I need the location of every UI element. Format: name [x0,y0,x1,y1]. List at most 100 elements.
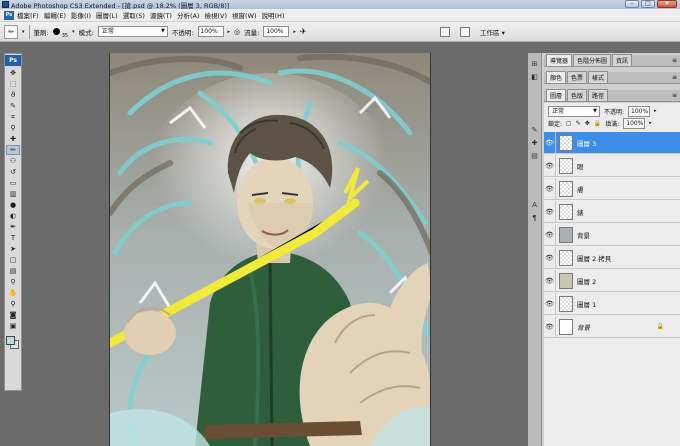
path-select-tool-icon[interactable]: ➤ [6,244,20,254]
shape-tool-icon[interactable]: ▢ [6,255,20,265]
tablet-opacity-icon[interactable]: ◎ [234,28,240,36]
tab-histogram[interactable]: 色階分佈圖 [573,54,612,66]
menu-analysis[interactable]: 分析(A) [177,10,200,20]
brush-tool-icon[interactable]: ✏ [6,145,20,155]
workspace-button[interactable]: 工作區 ▾ [480,27,510,37]
layer-row[interactable]: 👁 錶 [544,200,680,223]
preset-arrow-icon[interactable]: ▾ [22,29,25,35]
layer-row[interactable]: 👁 圖層 1 [544,292,680,315]
menu-help[interactable]: 說明(H) [262,10,285,20]
panel-menu-icon[interactable]: ≡ [672,57,677,64]
menu-window[interactable]: 視窗(W) [232,10,257,20]
eyedropper-tool-icon[interactable]: ⚲ [6,123,20,133]
maximize-button[interactable]: □ [641,0,655,8]
tool-presets-dock-icon[interactable]: ✚ [530,138,540,147]
history-dock-icon[interactable]: ▤ [530,151,540,160]
dodge-tool-icon[interactable]: ◐ [6,211,20,221]
quick-select-tool-icon[interactable]: ✎ [6,101,20,111]
tab-styles[interactable]: 樣式 [588,71,609,83]
tool-preset-picker[interactable]: ✏ [4,24,18,39]
brush-dock-icon[interactable]: ✎ [530,125,540,134]
character-dock-icon[interactable]: A [530,200,540,209]
tab-info[interactable]: 資訊 [612,54,633,66]
paragraph-dock-icon[interactable]: ¶ [530,213,540,222]
opacity-field[interactable]: 100% [197,26,224,37]
tab-swatches[interactable]: 色票 [567,71,588,83]
screen-mode-tool-icon[interactable]: ▣ [6,321,20,331]
lock-position-icon[interactable]: ✥ [585,120,590,127]
tab-paths[interactable]: 路徑 [588,89,609,101]
gradient-tool-icon[interactable]: ▥ [6,189,20,199]
eye-icon[interactable]: 👁 [544,315,556,338]
quick-mask-tool-icon[interactable]: ◙ [6,310,20,320]
layer-row[interactable]: 👁 背景 🔒 [544,315,680,338]
tab-navigator[interactable]: 導覽器 [546,54,573,66]
menu-edit[interactable]: 編輯(E) [44,10,66,20]
notes-tool-icon[interactable]: ▤ [6,266,20,276]
layer-row[interactable]: 👁 圖層 2 拷貝 [544,246,680,269]
mode-select[interactable]: 正常 ▼ [97,26,168,37]
airbrush-icon[interactable]: ✈ [300,27,307,36]
foreground-color-swatch[interactable] [6,336,15,345]
eye-icon[interactable]: 👁 [544,200,556,223]
pen-tool-icon[interactable]: ✒ [6,222,20,232]
move-tool-icon[interactable]: ✥ [6,68,20,78]
tab-color[interactable]: 顏色 [546,71,567,83]
lock-icon: 🔒 [656,323,664,330]
type-tool-icon[interactable]: T [6,233,20,243]
minimize-button[interactable]: – [625,0,639,8]
opacity-arrow-icon[interactable]: ▸ [228,29,231,35]
clone-stamp-tool-icon[interactable]: ⚇ [6,156,20,166]
tab-channels[interactable]: 色版 [567,89,588,101]
lock-all-icon[interactable]: 🔒 [594,120,601,127]
menu-layer[interactable]: 圖層(L) [96,10,118,20]
layer-row[interactable]: 👁 眼 [544,154,680,177]
layer-row[interactable]: 👁 圖層 3 [544,131,680,154]
panel-menu-icon[interactable]: ≡ [672,74,677,81]
menu-filter[interactable]: 濾鏡(T) [150,10,172,20]
menu-select[interactable]: 選取(S) [123,10,145,20]
eye-icon[interactable]: 👁 [544,177,556,200]
fill-arrow-icon[interactable]: ▸ [649,120,652,126]
menu-file[interactable]: 檔案(F) [17,10,39,20]
eye-icon[interactable]: 👁 [544,154,556,177]
eye-icon[interactable]: 👁 [544,131,556,154]
brush-preview[interactable] [52,28,60,35]
marquee-tool-icon[interactable]: ⬚ [6,79,20,89]
layer-row[interactable]: 👁 背景 [544,223,680,246]
eye-icon[interactable]: 👁 [544,292,556,315]
eraser-tool-icon[interactable]: ▭ [6,178,20,188]
history-brush-tool-icon[interactable]: ↺ [6,167,20,177]
zoom-tool-icon[interactable]: ⚲ [6,299,20,309]
bridge-icon[interactable] [460,27,470,37]
eye-icon[interactable]: 👁 [544,223,556,246]
crop-tool-icon[interactable]: ⌗ [6,112,20,122]
lasso-tool-icon[interactable]: ϑ [6,90,20,100]
flow-arrow-icon[interactable]: ▸ [293,29,296,35]
panel-menu-icon[interactable]: ≡ [672,92,677,99]
layer-row[interactable]: 👁 膚 [544,177,680,200]
color-dock-icon[interactable]: ◧ [530,72,540,81]
eyedropper2-tool-icon[interactable]: ⚲ [6,277,20,287]
navigator-dock-icon[interactable]: ⊞ [530,59,540,68]
opacity-arrow-icon[interactable]: ▸ [654,108,657,114]
fill-field[interactable]: 100% [623,117,646,129]
layer-opacity-field[interactable]: 100% [628,105,651,117]
hand-tool-icon[interactable]: ✋ [6,288,20,298]
brush-arrow-icon[interactable]: ▾ [72,29,75,35]
palette-well-icon[interactable] [440,27,450,37]
tab-layers[interactable]: 圖層 [546,89,567,101]
blend-mode-select[interactable]: 正常 ▼ [548,105,600,117]
lock-pixels-icon[interactable]: ✎ [576,120,581,127]
layer-row[interactable]: 👁 圖層 2 [544,269,680,292]
eye-icon[interactable]: 👁 [544,269,556,292]
eye-icon[interactable]: 👁 [544,246,556,269]
canvas-document[interactable] [109,53,431,446]
healing-brush-tool-icon[interactable]: ✚ [6,134,20,144]
close-button[interactable]: ✕ [657,0,677,8]
menu-view[interactable]: 檢視(V) [204,10,227,20]
blur-tool-icon[interactable]: ● [6,200,20,210]
menu-image[interactable]: 影像(I) [71,10,91,20]
flow-field[interactable]: 100% [263,26,290,37]
lock-transparent-icon[interactable]: ▢ [566,120,572,127]
